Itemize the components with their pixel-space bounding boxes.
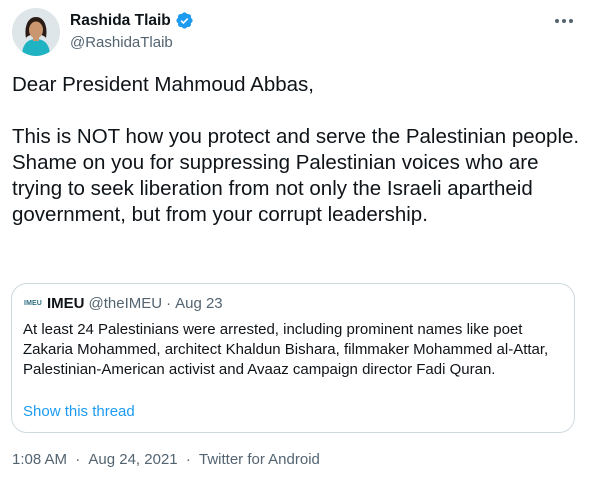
separator-dot: · — [166, 294, 172, 312]
tweet-author[interactable]: Rashida Tlaib @RashidaTlaib — [70, 11, 194, 51]
quoted-date[interactable]: Aug 23 — [175, 295, 223, 312]
tweet-meta: 1:08 AM · Aug 24, 2021 · Twitter for And… — [12, 451, 320, 468]
avatar[interactable] — [12, 8, 60, 56]
show-thread-link[interactable]: Show this thread — [23, 403, 135, 420]
tweet-date[interactable]: Aug 24, 2021 — [88, 451, 177, 468]
imeu-logo: IMEU — [24, 299, 42, 307]
quoted-tweet-card[interactable]: IMEU IMEU @theIMEU · Aug 23 At least 24 … — [11, 283, 575, 433]
author-display-name[interactable]: Rashida Tlaib — [70, 12, 171, 30]
tweet-time[interactable]: 1:08 AM — [12, 451, 67, 468]
tweet-paragraph: This is NOT how you protect and serve th… — [12, 125, 580, 226]
separator-dot: · — [75, 451, 81, 468]
tweet-source[interactable]: Twitter for Android — [199, 451, 320, 468]
quoted-display-name[interactable]: IMEU — [47, 295, 85, 312]
quoted-tweet-header: IMEU IMEU @theIMEU · Aug 23 — [23, 293, 223, 313]
more-options-icon[interactable] — [552, 12, 576, 30]
tweet-text: Dear President Mahmoud Abbas, This is NO… — [12, 72, 582, 228]
author-handle[interactable]: @RashidaTlaib — [70, 34, 194, 51]
tweet-paragraph: Dear President Mahmoud Abbas, — [12, 73, 314, 96]
quoted-tweet-text: At least 24 Palestinians were arrested, … — [23, 321, 549, 378]
quoted-handle[interactable]: @theIMEU — [89, 295, 163, 312]
quoted-avatar[interactable]: IMEU — [23, 293, 43, 313]
separator-dot: · — [185, 451, 191, 468]
profile-photo — [12, 8, 60, 56]
verified-badge-icon — [175, 11, 194, 30]
